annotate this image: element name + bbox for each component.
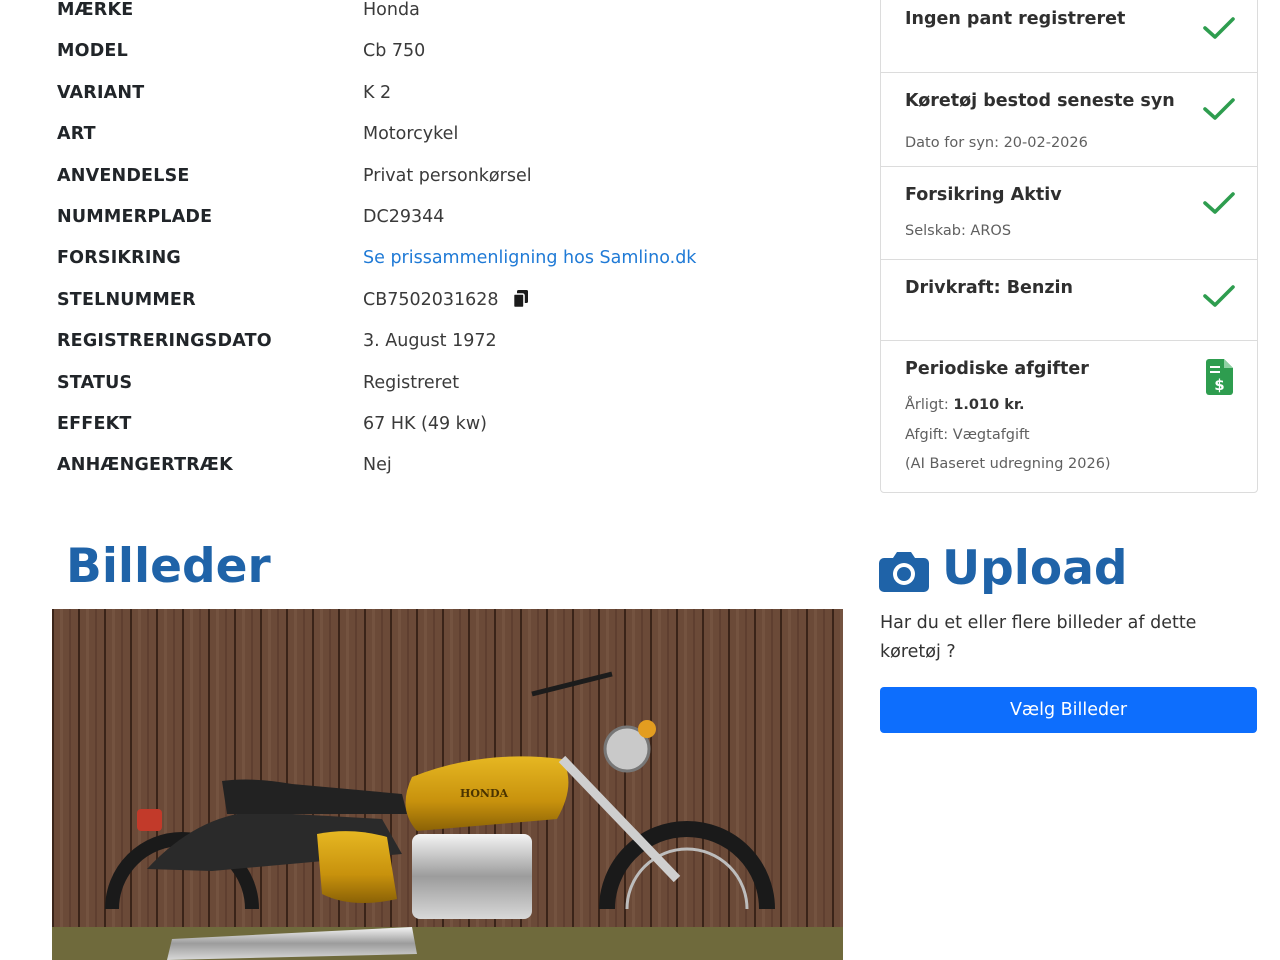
- photos-heading: Billeder: [66, 539, 271, 594]
- spec-row-art: ART Motorcykel: [57, 114, 857, 155]
- camera-icon: [879, 552, 929, 592]
- spec-value: CB7502031628: [363, 289, 499, 310]
- spec-value: Honda: [363, 0, 420, 20]
- spec-label: MÆRKE: [57, 0, 134, 20]
- spec-row-variant: VARIANT K 2: [57, 73, 857, 114]
- status-subtitle: Dato for syn: 20-02-2026: [905, 135, 1088, 151]
- spec-value: K 2: [363, 82, 392, 103]
- motorcycle-photo[interactable]: HONDA: [52, 609, 843, 960]
- spec-label: REGISTRERINGSDATO: [57, 331, 272, 352]
- yearly-fee: Årligt: 1.010 kr.: [905, 397, 1024, 413]
- spec-value: Registreret: [363, 372, 460, 393]
- spec-label: MODEL: [57, 41, 128, 62]
- status-item-syn: Køretøj bestod seneste syn Dato for syn:…: [881, 72, 1257, 166]
- spec-row-anvendelse: ANVENDELSE Privat personkørsel: [57, 156, 857, 197]
- spec-row-model: MODEL Cb 750: [57, 31, 857, 72]
- vehicle-specs-table: MÆRKE Honda MODEL Cb 750 VARIANT K 2 ART…: [57, 0, 857, 487]
- insurance-comparison-link[interactable]: Se prissammenligning hos Samlino.dk: [363, 248, 696, 268]
- spec-label: STELNUMMER: [57, 289, 196, 310]
- fee-type: Afgift: Vægtafgift: [905, 427, 1030, 443]
- spec-value: Cb 750: [363, 41, 426, 62]
- check-icon: [1203, 98, 1235, 120]
- spec-row-anhaengertraek: ANHÆNGERTRÆK Nej: [57, 445, 857, 486]
- spec-label: VARIANT: [57, 82, 145, 103]
- spec-label: ART: [57, 124, 96, 145]
- check-icon: [1203, 285, 1235, 307]
- spec-row-effekt: EFFEKT 67 HK (49 kw): [57, 404, 857, 445]
- spec-label: NUMMERPLADE: [57, 206, 213, 227]
- spec-value: Privat personkørsel: [363, 165, 532, 186]
- spec-row-registreringsdato: REGISTRERINGSDATO 3. August 1972: [57, 321, 857, 362]
- spec-value: DC29344: [363, 206, 445, 227]
- spec-value: Motorcykel: [363, 124, 459, 145]
- status-title: Forsikring Aktiv: [905, 185, 1062, 205]
- spec-row-nummerplade: NUMMERPLADE DC29344: [57, 197, 857, 238]
- status-title: Ingen pant registreret: [905, 9, 1126, 29]
- spec-row-maerke: MÆRKE Honda: [57, 0, 857, 31]
- status-item-afgifter: Periodiske afgifter Årligt: 1.010 kr. Af…: [881, 340, 1257, 492]
- status-subtitle: Selskab: AROS: [905, 223, 1012, 239]
- status-title: Drivkraft: Benzin: [905, 278, 1074, 298]
- money-document-icon: $: [1206, 359, 1233, 395]
- spec-row-forsikring: FORSIKRING Se prissammenligning hos Saml…: [57, 238, 857, 279]
- status-item-drivkraft: Drivkraft: Benzin: [881, 259, 1257, 340]
- spec-label: ANHÆNGERTRÆK: [57, 455, 233, 476]
- fee-note: (AI Baseret udregning 2026): [905, 456, 1111, 472]
- spec-label: EFFEKT: [57, 413, 132, 434]
- spec-row-status: STATUS Registreret: [57, 363, 857, 404]
- spec-row-stelnummer: STELNUMMER CB7502031628: [57, 280, 857, 321]
- spec-value: 67 HK (49 kw): [363, 413, 487, 434]
- svg-text:$: $: [1214, 376, 1224, 394]
- choose-images-button[interactable]: Vælg Billeder: [880, 687, 1257, 733]
- spec-label: STATUS: [57, 372, 133, 393]
- tank-brand-text: HONDA: [460, 787, 509, 800]
- yearly-fee-label: Årligt:: [905, 397, 949, 413]
- upload-title: Upload: [942, 541, 1128, 596]
- spec-value-with-copy: CB7502031628: [363, 289, 529, 313]
- status-title: Køretøj bestod seneste syn: [905, 91, 1175, 111]
- status-item-pant: Ingen pant registreret: [881, 0, 1257, 72]
- spec-value: Nej: [363, 455, 392, 476]
- spec-label: ANVENDELSE: [57, 165, 190, 186]
- spec-label: FORSIKRING: [57, 248, 181, 269]
- check-icon: [1203, 192, 1235, 214]
- status-item-forsikring: Forsikring Aktiv Selskab: AROS: [881, 166, 1257, 259]
- vehicle-status-list: Ingen pant registreret Køretøj bestod se…: [880, 0, 1258, 493]
- spec-value: 3. August 1972: [363, 331, 497, 352]
- upload-description: Har du et eller flere billeder af dette …: [880, 613, 1197, 662]
- copy-icon[interactable]: [512, 289, 529, 313]
- vehicle-details-page: MÆRKE Honda MODEL Cb 750 VARIANT K 2 ART…: [0, 0, 1280, 960]
- yearly-fee-value: 1.010 kr.: [953, 397, 1025, 413]
- status-title: Periodiske afgifter: [905, 359, 1089, 379]
- check-icon: [1203, 17, 1235, 39]
